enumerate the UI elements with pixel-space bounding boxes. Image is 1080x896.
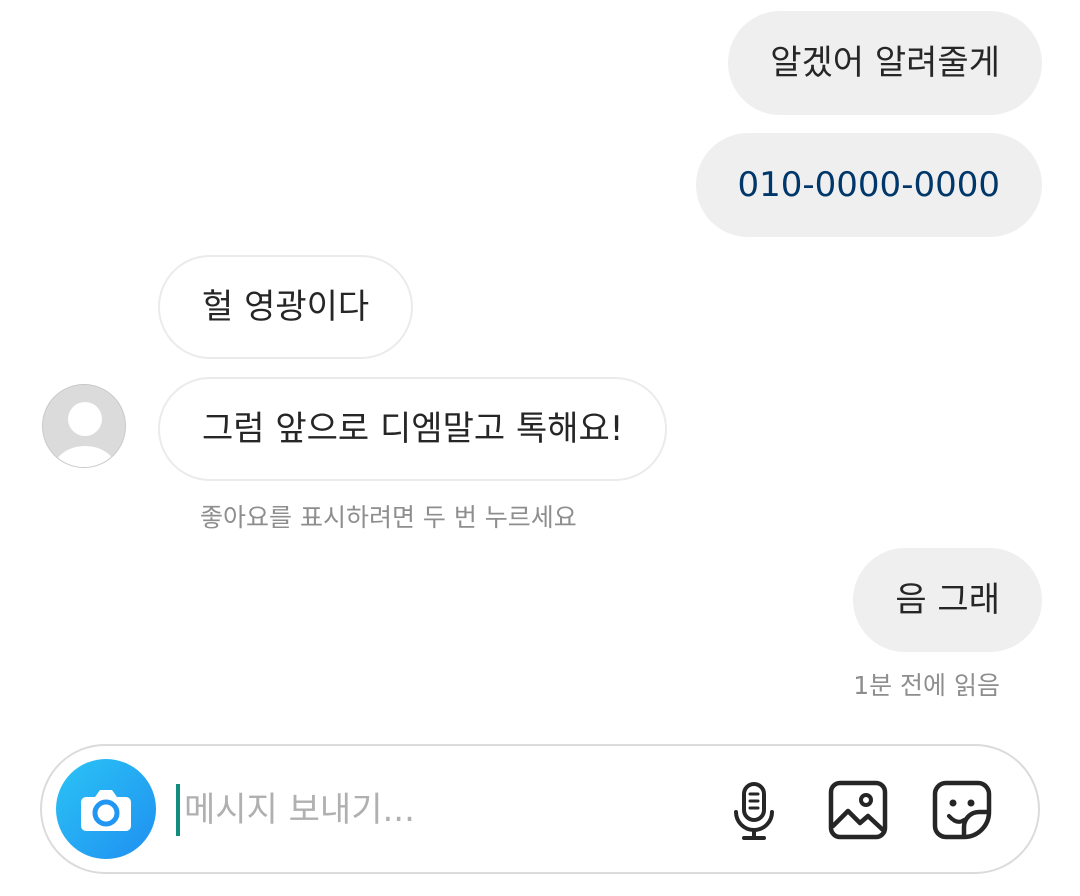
message-bubble-outgoing[interactable]: 음 그래: [853, 548, 1042, 652]
seen-status: 1분 전에 읽음: [853, 671, 1000, 700]
message-bubble-incoming[interactable]: 헐 영광이다: [158, 255, 414, 359]
message-input[interactable]: [184, 778, 704, 842]
camera-button[interactable]: [56, 759, 156, 859]
double-tap-like-hint: 좋아요를 표시하려면 두 번 누르세요: [200, 503, 577, 532]
image-icon: [828, 780, 888, 840]
gallery-button[interactable]: [826, 778, 890, 842]
text-caret: [176, 784, 180, 836]
message-text: 헐 영광이다: [202, 287, 370, 327]
message-text: 알겠어 알려줄게: [770, 43, 1000, 83]
microphone-icon: [734, 782, 774, 840]
sender-avatar[interactable]: [42, 384, 126, 468]
camera-icon: [81, 790, 131, 831]
message-bubble-incoming[interactable]: 그럼 앞으로 디엠말고 톡해요!: [158, 377, 668, 481]
sticker-button[interactable]: [930, 778, 994, 842]
default-avatar-icon: [43, 385, 125, 467]
phone-number-link[interactable]: 010-0000-0000: [738, 165, 1001, 205]
microphone-button[interactable]: [722, 778, 786, 842]
sticker-icon: [932, 780, 992, 840]
message-bubble-outgoing[interactable]: 알겠어 알려줄게: [728, 11, 1042, 115]
message-bubble-outgoing[interactable]: 010-0000-0000: [695, 133, 1042, 237]
message-text: 음 그래: [895, 580, 1000, 620]
message-composer: [40, 744, 1040, 874]
message-text: 그럼 앞으로 디엠말고 톡해요!: [202, 409, 624, 449]
